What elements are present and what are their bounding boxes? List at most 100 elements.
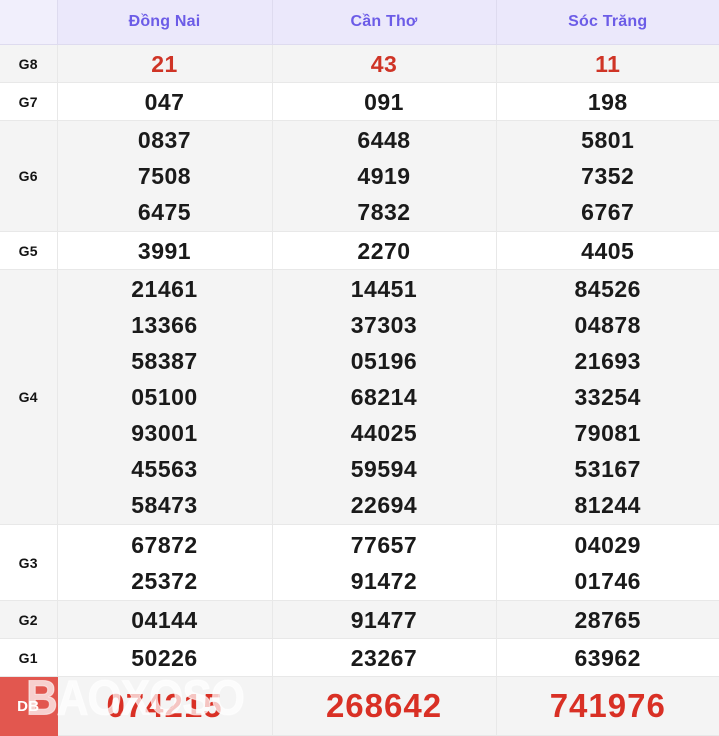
prize-number: 21: [58, 46, 272, 82]
prize-cell-g4-soc-trang: 84526048782169333254790815316781244: [496, 270, 719, 525]
prize-number: 33254: [497, 379, 719, 415]
prize-label-text: G3: [19, 555, 38, 571]
table-row: G2 041449147728765: [0, 601, 719, 639]
prize-cell-g6-soc-trang: 580173526767: [496, 121, 719, 232]
prize-label-g4: G4: [0, 270, 57, 525]
prize-number: 7832: [273, 194, 496, 230]
prize-number: 04144: [58, 602, 272, 638]
table-row: G1502262326763962: [0, 639, 719, 677]
header-corner-cell: [0, 0, 57, 45]
prize-number: 5801: [497, 122, 719, 158]
prize-number: 91477: [273, 602, 496, 638]
prize-number: 4919: [273, 158, 496, 194]
prize-number: 13366: [58, 307, 272, 343]
prize-cell-g6-can-tho: 644849197832: [272, 121, 496, 232]
table-row: G3 678722537277657914720402901746: [0, 525, 719, 601]
prize-cell-db-soc-trang: 741976: [496, 677, 719, 736]
column-header-soc-trang[interactable]: Sóc Trăng: [496, 0, 719, 45]
prize-cell-g1-dong-nai: 50226: [57, 639, 272, 677]
prize-number: 63962: [497, 640, 719, 676]
table-header: Đồng Nai Cần Thơ Sóc Trăng: [0, 0, 719, 45]
prize-number: 6448: [273, 122, 496, 158]
prize-label-g6: G6: [0, 121, 57, 232]
prize-number: 68214: [273, 379, 496, 415]
prize-number: 6475: [58, 194, 272, 230]
prize-number: 58387: [58, 343, 272, 379]
prize-number: 22694: [273, 487, 496, 523]
prize-number: 741976: [497, 688, 719, 724]
prize-number: 2270: [273, 233, 496, 269]
prize-cell-g3-can-tho: 7765791472: [272, 525, 496, 601]
prize-number: 23267: [273, 640, 496, 676]
table-row: G6083775086475644849197832580173526767: [0, 121, 719, 232]
prize-cell-g1-soc-trang: 63962: [496, 639, 719, 677]
column-header-dong-nai[interactable]: Đồng Nai: [57, 0, 272, 45]
prize-label-text: G4: [19, 389, 38, 405]
prize-number: 047: [58, 84, 272, 120]
prize-label-g7: G7: [0, 83, 57, 121]
prize-cell-g5-dong-nai: 3991: [57, 232, 272, 270]
prize-label-text: G7: [19, 94, 38, 110]
prize-number: 4405: [497, 233, 719, 269]
prize-number: 58473: [58, 487, 272, 523]
column-header-can-tho[interactable]: Cần Thơ: [272, 0, 496, 45]
prize-number: 268642: [273, 688, 496, 724]
prize-cell-g8-soc-trang: 11: [496, 45, 719, 83]
prize-number: 28765: [497, 602, 719, 638]
table-row: DB 074215268642741976: [0, 677, 719, 736]
lottery-results-table: Đồng Nai Cần Thơ Sóc Trăng G8 214311 G7 047…: [0, 0, 719, 736]
header-row: Đồng Nai Cần Thơ Sóc Trăng: [0, 0, 719, 45]
prize-label-g3: G3: [0, 525, 57, 601]
prize-cell-g8-dong-nai: 21: [57, 45, 272, 83]
prize-number: 7508: [58, 158, 272, 194]
prize-cell-db-dong-nai: 074215: [57, 677, 272, 736]
prize-number: 3991: [58, 233, 272, 269]
table-row: G4 21461133665838705100930014556358473144…: [0, 270, 719, 525]
prize-label-text: DB: [17, 698, 39, 715]
table-row: G8 214311: [0, 45, 719, 83]
prize-number: 81244: [497, 487, 719, 523]
prize-cell-db-can-tho: 268642: [272, 677, 496, 736]
prize-number: 79081: [497, 415, 719, 451]
prize-number: 074215: [58, 688, 272, 724]
prize-cell-g2-soc-trang: 28765: [496, 601, 719, 639]
prize-label-db: DB: [0, 677, 57, 736]
prize-cell-g7-can-tho: 091: [272, 83, 496, 121]
prize-cell-g2-can-tho: 91477: [272, 601, 496, 639]
prize-cell-g6-dong-nai: 083775086475: [57, 121, 272, 232]
prize-number: 37303: [273, 307, 496, 343]
prize-number: 84526: [497, 271, 719, 307]
prize-cell-g7-dong-nai: 047: [57, 83, 272, 121]
prize-cell-g7-soc-trang: 198: [496, 83, 719, 121]
prize-number: 77657: [273, 527, 496, 563]
prize-cell-g5-soc-trang: 4405: [496, 232, 719, 270]
prize-cell-g3-dong-nai: 6787225372: [57, 525, 272, 601]
prize-number: 93001: [58, 415, 272, 451]
prize-number: 25372: [58, 563, 272, 599]
prize-number: 45563: [58, 451, 272, 487]
prize-number: 43: [273, 46, 496, 82]
prize-number: 091: [273, 84, 496, 120]
prize-number: 91472: [273, 563, 496, 599]
prize-number: 198: [497, 84, 719, 120]
prize-cell-g3-soc-trang: 0402901746: [496, 525, 719, 601]
prize-label-g2: G2: [0, 601, 57, 639]
prize-number: 0837: [58, 122, 272, 158]
prize-cell-g4-can-tho: 14451373030519668214440255959422694: [272, 270, 496, 525]
table-row: G7 047091198: [0, 83, 719, 121]
prize-number: 14451: [273, 271, 496, 307]
prize-number: 59594: [273, 451, 496, 487]
prize-label-text: G8: [19, 56, 38, 72]
prize-number: 21693: [497, 343, 719, 379]
prize-cell-g2-dong-nai: 04144: [57, 601, 272, 639]
prize-number: 50226: [58, 640, 272, 676]
prize-cell-g4-dong-nai: 21461133665838705100930014556358473: [57, 270, 272, 525]
prize-number: 21461: [58, 271, 272, 307]
prize-label-g1: G1: [0, 639, 57, 677]
prize-label-g8: G8: [0, 45, 57, 83]
prize-label-text: G2: [19, 612, 38, 628]
prize-number: 44025: [273, 415, 496, 451]
prize-label-text: G5: [19, 243, 38, 259]
table-body: G8214311G7047091198G60837750864756448491…: [0, 45, 719, 736]
prize-cell-g8-can-tho: 43: [272, 45, 496, 83]
